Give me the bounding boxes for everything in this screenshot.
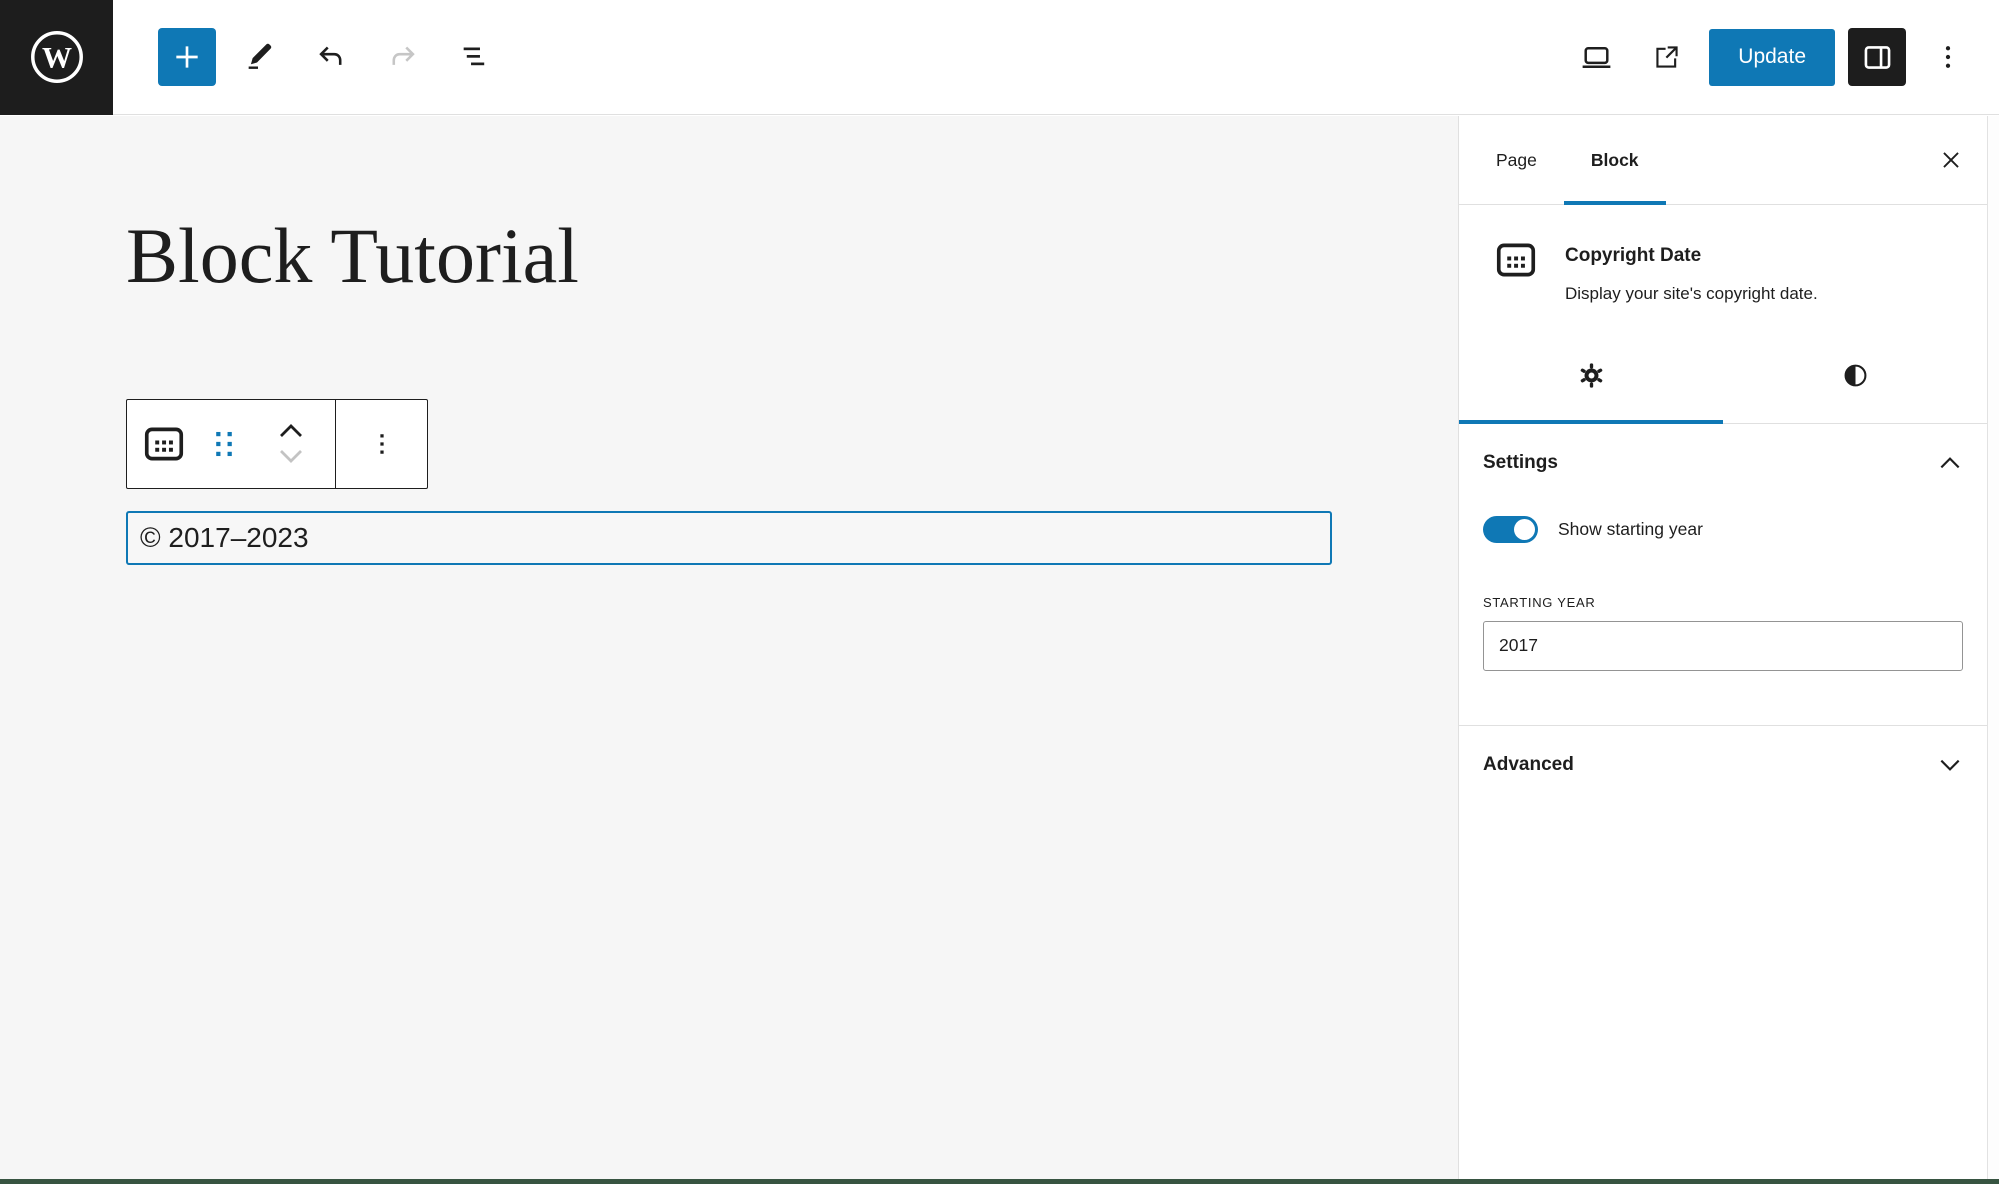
copyright-block-text: © 2017–2023: [140, 521, 309, 553]
chevron-up-icon: [1940, 456, 1960, 468]
sidebar-tab-bar: Page Block: [1459, 116, 1987, 205]
move-down-button[interactable]: [274, 445, 308, 467]
block-type-button[interactable]: [127, 400, 201, 488]
block-options-button[interactable]: [335, 399, 427, 488]
advanced-section: Advanced: [1459, 724, 1987, 804]
tab-settings[interactable]: [1459, 329, 1723, 424]
close-icon: [1943, 152, 1959, 168]
toggle-knob: [1514, 518, 1535, 540]
calendar-block-icon: [1496, 243, 1536, 277]
editor-workspace: Block Tutorial © 2017–2023 Page Block Co…: [0, 116, 1999, 1179]
block-toolbar: [126, 398, 428, 489]
content-column: Block Tutorial © 2017–2023: [126, 116, 1332, 565]
topbar-left-tools: [158, 28, 504, 86]
undo-icon: [319, 46, 342, 65]
move-up-button[interactable]: [274, 420, 308, 442]
redo-icon: [392, 46, 415, 65]
show-starting-year-label: Show starting year: [1558, 518, 1703, 539]
list-view-icon: [463, 47, 485, 66]
scrollbar-track[interactable]: [1987, 116, 1999, 1179]
pencil-icon: [248, 43, 272, 69]
calendar-block-icon: [144, 427, 184, 461]
tab-styles[interactable]: [1723, 329, 1987, 423]
editor-canvas[interactable]: Block Tutorial © 2017–2023: [0, 116, 1458, 1179]
page-title[interactable]: Block Tutorial: [126, 211, 1332, 301]
plus-icon: [176, 46, 198, 68]
starting-year-input[interactable]: [1483, 620, 1963, 671]
show-starting-year-toggle[interactable]: [1483, 515, 1538, 543]
show-starting-year-row: Show starting year: [1483, 515, 1963, 543]
redo-button[interactable]: [374, 28, 432, 86]
edit-mode-button[interactable]: [230, 28, 288, 86]
gear-icon: [1580, 363, 1602, 388]
undo-button[interactable]: [302, 28, 360, 86]
settings-sidebar-toggle-button[interactable]: [1848, 28, 1906, 86]
editor-topbar: W Update: [0, 0, 1999, 115]
chevron-up-icon: [280, 424, 302, 438]
wordpress-logo-button[interactable]: W: [0, 0, 113, 115]
topbar-right-tools: Update: [1567, 28, 1999, 86]
close-sidebar-button[interactable]: [1915, 116, 1987, 204]
svg-text:W: W: [41, 42, 71, 75]
tab-block[interactable]: Block: [1563, 116, 1666, 205]
settings-panel-title: Settings: [1483, 451, 1558, 473]
settings-sidebar: Page Block Copyright Date Display your s…: [1458, 116, 1987, 1179]
chevron-down-icon: [280, 450, 302, 464]
block-mover: [247, 400, 335, 488]
wordpress-logo-icon: W: [30, 31, 83, 83]
kebab-menu-icon: [379, 433, 384, 454]
laptop-icon: [1582, 46, 1611, 68]
tab-page[interactable]: Page: [1469, 116, 1564, 204]
block-card-description: Display your site's copyright date.: [1565, 284, 1818, 303]
starting-year-label: STARTING YEAR: [1483, 594, 1596, 610]
block-editor-window: W Update Block Tutorial © 2017–2023 Page…: [0, 0, 1999, 1184]
update-button[interactable]: Update: [1709, 28, 1835, 86]
list-view-button[interactable]: [446, 28, 504, 86]
chevron-down-icon: [1940, 759, 1960, 771]
drag-handle-icon: [216, 431, 232, 456]
block-card-text: Copyright Date Display your site's copyr…: [1565, 241, 1818, 307]
advanced-label: Advanced: [1483, 753, 1574, 775]
settings-panel-header[interactable]: Settings: [1483, 452, 1963, 474]
preview-button[interactable]: [1567, 28, 1625, 86]
options-menu-button[interactable]: [1919, 28, 1977, 86]
block-card-title: Copyright Date: [1565, 245, 1702, 266]
settings-panel: Settings Show starting year STARTING YEA…: [1459, 424, 1987, 671]
external-link-icon: [1656, 46, 1678, 68]
block-inserter-button[interactable]: [158, 28, 216, 86]
view-page-button[interactable]: [1638, 28, 1696, 86]
settings-styles-tab-bar: [1459, 329, 1987, 424]
advanced-panel-header[interactable]: Advanced: [1459, 726, 1987, 804]
styles-half-circle-icon: [1844, 364, 1866, 387]
kebab-menu-icon: [1945, 46, 1951, 68]
block-card: Copyright Date Display your site's copyr…: [1459, 205, 1987, 329]
sidebar-panel-icon: [1864, 45, 1890, 69]
drag-handle[interactable]: [201, 400, 247, 488]
bottom-edge-bar: [0, 1179, 1999, 1184]
copyright-date-block[interactable]: © 2017–2023: [126, 510, 1332, 565]
